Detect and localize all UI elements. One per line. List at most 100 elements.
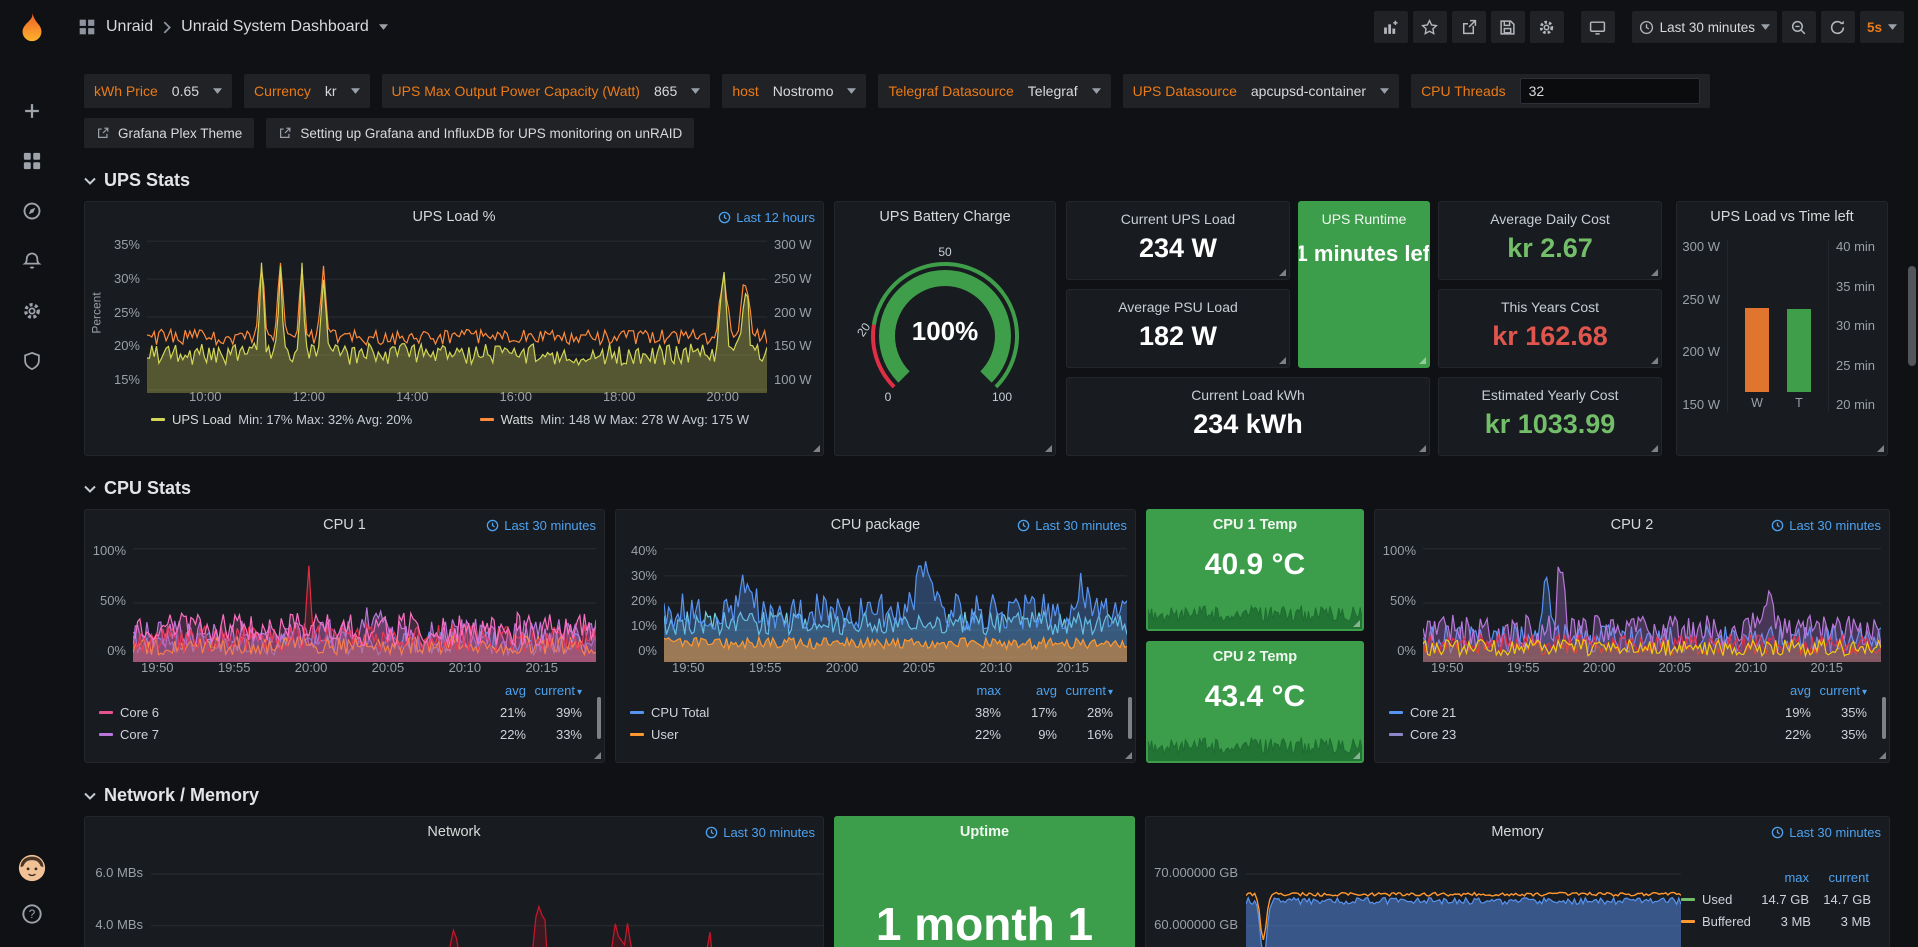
- panel-title[interactable]: UPS Battery Charge: [879, 209, 1010, 225]
- chevron-down-icon[interactable]: [379, 24, 388, 30]
- breadcrumb: Unraid Unraid System Dashboard: [78, 18, 388, 36]
- legend-column-header[interactable]: current: [1811, 683, 1867, 698]
- variable-value-dropdown[interactable]: apcupsd-container: [1251, 83, 1366, 99]
- dashboard-link-ups-monitoring-guide[interactable]: Setting up Grafana and InfluxDB for UPS …: [266, 118, 694, 148]
- panel-title[interactable]: Uptime: [960, 824, 1009, 840]
- panel-title[interactable]: CPU 2 Temp: [1213, 649, 1297, 665]
- cpu2-temp-value: 43.4 °C: [1147, 680, 1363, 714]
- legend-entry[interactable]: CPU Total 38% 17% 28%: [630, 701, 1121, 723]
- legend-column-header[interactable]: max: [1747, 870, 1809, 885]
- panel-title[interactable]: Network: [427, 824, 480, 840]
- refresh-interval-picker[interactable]: 5s: [1860, 11, 1904, 43]
- legend-entry[interactable]: User 22% 9% 16%: [630, 723, 1121, 745]
- legend-entry[interactable]: UPS Load Min: 17% Max: 32% Avg: 20%: [151, 412, 412, 427]
- variable-value-dropdown[interactable]: 865: [654, 83, 677, 99]
- chart-legend: maxcurrent Used 14.7 GB 14.7 GB Buffered…: [1681, 847, 1889, 947]
- add-panel-button[interactable]: [1374, 11, 1408, 43]
- chevron-down-icon[interactable]: [847, 88, 856, 94]
- star-dashboard-button[interactable]: [1413, 11, 1447, 43]
- sidebar-item-alerting[interactable]: [14, 246, 50, 276]
- cpu-threads-input[interactable]: [1520, 78, 1700, 104]
- y-axis-tick: 100 W: [774, 373, 815, 387]
- panel-title[interactable]: CPU package: [831, 517, 920, 533]
- ups-stats-row: UPS Load % Last 12 hours Percent 35%30%2…: [84, 201, 1898, 456]
- legend-scrollbar[interactable]: [1882, 697, 1886, 739]
- legend-series-name: User: [651, 727, 945, 742]
- variable-value-dropdown[interactable]: 0.65: [172, 83, 199, 99]
- legend-entry[interactable]: Buffered 3 MB 3 MB: [1681, 910, 1879, 932]
- refresh-button[interactable]: [1821, 11, 1855, 43]
- legend-column-header[interactable]: avg: [470, 683, 526, 698]
- legend-entry[interactable]: Core 6 21% 39%: [99, 701, 590, 723]
- sidebar-item-create[interactable]: [14, 96, 50, 126]
- sidebar-item-explore[interactable]: [14, 196, 50, 226]
- variable-value-dropdown[interactable]: Telegraf: [1028, 83, 1078, 99]
- x-axis-tick: 20:15: [1056, 661, 1089, 675]
- cpu2-chart[interactable]: [1423, 544, 1881, 662]
- memory-chart[interactable]: [1246, 847, 1681, 947]
- panel-cpu1-temp: CPU 1 Temp 40.9 °C: [1146, 509, 1364, 631]
- legend-column-header[interactable]: avg: [1001, 683, 1057, 698]
- legend-scrollbar[interactable]: [1128, 697, 1132, 739]
- dashboard-link-grafana-plex-theme[interactable]: Grafana Plex Theme: [84, 118, 254, 148]
- chevron-down-icon[interactable]: [691, 88, 700, 94]
- link-label: Setting up Grafana and InfluxDB for UPS …: [300, 126, 682, 141]
- user-avatar[interactable]: [14, 853, 50, 883]
- share-dashboard-button[interactable]: [1452, 11, 1486, 43]
- x-axis-tick: 20:00: [295, 661, 328, 675]
- stat-estimated-yearly-cost: Estimated Yearly Cost kr 1033.99: [1438, 377, 1662, 456]
- ups-load-chart[interactable]: [147, 238, 767, 393]
- panel-title[interactable]: Memory: [1491, 824, 1543, 840]
- legend-column-header[interactable]: avg: [1755, 683, 1811, 698]
- time-range-picker[interactable]: Last 30 minutes: [1632, 11, 1777, 43]
- legend-column-header[interactable]: current: [1057, 683, 1113, 698]
- network-chart[interactable]: [151, 847, 823, 947]
- section-network-memory[interactable]: Network / Memory: [84, 785, 1898, 806]
- panel-title[interactable]: CPU 1 Temp: [1213, 517, 1297, 533]
- sidebar-item-dashboards[interactable]: [14, 146, 50, 176]
- y-axis-right: 40 min35 min30 min25 min20 min: [1829, 240, 1881, 412]
- legend-column-header[interactable]: max: [945, 683, 1001, 698]
- section-cpu-stats[interactable]: CPU Stats: [84, 478, 1898, 499]
- page-scrollbar[interactable]: [1908, 266, 1916, 366]
- cpu-package-chart[interactable]: [664, 544, 1127, 662]
- chevron-down-icon[interactable]: [351, 88, 360, 94]
- legend-column-header[interactable]: current: [526, 683, 582, 698]
- bar-plot[interactable]: W T: [1727, 240, 1829, 412]
- grafana-logo-icon[interactable]: [0, 0, 64, 54]
- chevron-down-icon[interactable]: [1092, 88, 1101, 94]
- legend-entry[interactable]: Core 21 19% 35%: [1389, 701, 1875, 723]
- legend-entry[interactable]: Core 7 22% 33%: [99, 723, 590, 745]
- variable-label: Telegraf Datasource: [888, 83, 1013, 99]
- panel-title[interactable]: UPS Load vs Time left: [1710, 209, 1853, 225]
- cpu1-chart[interactable]: [133, 544, 596, 662]
- help-icon[interactable]: ?: [14, 899, 50, 929]
- panel-title[interactable]: CPU 1: [323, 517, 366, 533]
- y-axis-tick: 4.0 MBs: [95, 918, 143, 932]
- variable-label: Currency: [254, 83, 311, 99]
- chevron-down-icon[interactable]: [213, 88, 222, 94]
- sidebar-item-configuration[interactable]: [14, 296, 50, 326]
- breadcrumb-app[interactable]: Unraid: [106, 18, 153, 36]
- save-dashboard-button[interactable]: [1491, 11, 1525, 43]
- legend-series-name: Core 23: [1410, 727, 1755, 742]
- legend-scrollbar[interactable]: [597, 697, 601, 739]
- legend-column-header[interactable]: current: [1809, 870, 1871, 885]
- variable-value-dropdown[interactable]: Nostromo: [773, 83, 834, 99]
- cpu2-temp-sparkline: [1148, 731, 1362, 761]
- chevron-down-icon[interactable]: [1380, 88, 1389, 94]
- sidebar-item-server-admin[interactable]: [14, 346, 50, 376]
- legend-entry[interactable]: Watts Min: 148 W Max: 278 W Avg: 175 W: [480, 412, 749, 427]
- zoom-out-button[interactable]: [1782, 11, 1816, 43]
- variable-value-dropdown[interactable]: kr: [325, 83, 337, 99]
- y-axis-tick: 300 W: [774, 238, 815, 252]
- dashboard-settings-button[interactable]: [1530, 11, 1564, 43]
- panel-title[interactable]: UPS Load %: [412, 209, 495, 225]
- y-axis-tick: 40 min: [1836, 240, 1881, 254]
- cycle-view-mode-button[interactable]: [1581, 11, 1615, 43]
- legend-entry[interactable]: Core 23 22% 35%: [1389, 723, 1875, 745]
- section-ups-stats[interactable]: UPS Stats: [84, 170, 1898, 191]
- dashboard-title[interactable]: Unraid System Dashboard: [181, 18, 369, 36]
- legend-entry[interactable]: Used 14.7 GB 14.7 GB: [1681, 888, 1879, 910]
- panel-title[interactable]: CPU 2: [1611, 517, 1654, 533]
